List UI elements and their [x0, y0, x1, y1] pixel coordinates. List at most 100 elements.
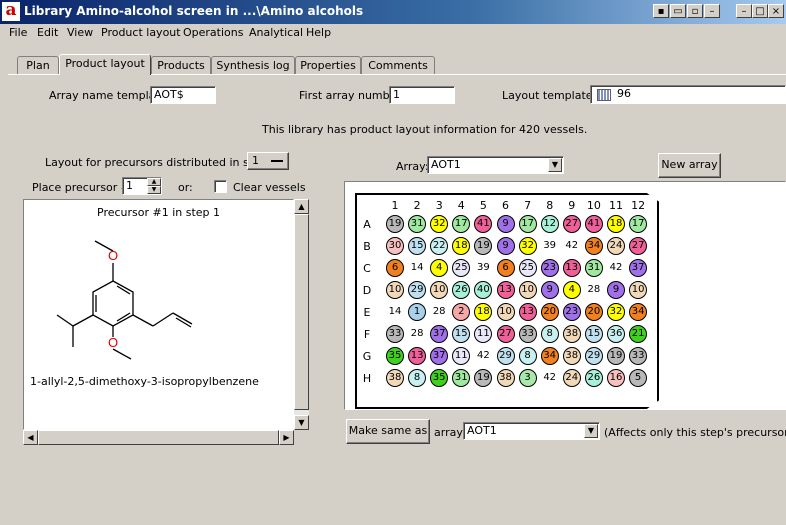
- plate-well[interactable]: 42: [562, 237, 581, 255]
- plate-well[interactable]: 13: [518, 303, 537, 321]
- plate-well[interactable]: 12: [540, 215, 559, 233]
- plate-well[interactable]: 36: [607, 325, 625, 343]
- plate-well[interactable]: 19: [474, 237, 493, 255]
- plate-well[interactable]: 28: [584, 281, 603, 299]
- plate-well[interactable]: 6: [386, 259, 404, 277]
- layout-template-field[interactable]: 96: [590, 85, 786, 104]
- plate-well[interactable]: 18: [452, 237, 471, 255]
- menu-operations[interactable]: Operations: [183, 26, 243, 39]
- plate-well[interactable]: 42: [540, 369, 559, 387]
- menu-help[interactable]: Help: [306, 26, 331, 39]
- plate-well[interactable]: 15: [452, 325, 471, 343]
- plate-well[interactable]: 13: [562, 259, 581, 277]
- plate-well[interactable]: 4: [430, 259, 449, 277]
- plate-well[interactable]: 42: [607, 259, 625, 277]
- plate-well[interactable]: 20: [540, 303, 559, 321]
- plate-well[interactable]: 38: [386, 369, 404, 387]
- menu-file[interactable]: File: [9, 26, 27, 39]
- menu-analytical[interactable]: Analytical: [249, 26, 303, 39]
- plate-well[interactable]: 13: [496, 281, 515, 299]
- plate-well[interactable]: 17: [518, 215, 537, 233]
- plate-well[interactable]: 20: [584, 303, 603, 321]
- plate-well[interactable]: 40: [474, 281, 493, 299]
- tray-icon-2[interactable]: ▭: [670, 4, 686, 18]
- plate-well[interactable]: 24: [562, 369, 581, 387]
- plate-well[interactable]: 4: [562, 281, 581, 299]
- vertical-scrollbar[interactable]: ▲ ▼: [294, 199, 309, 430]
- plate-well[interactable]: 9: [607, 281, 625, 299]
- new-array-button[interactable]: New array: [658, 153, 721, 178]
- plate-well[interactable]: 1: [408, 303, 427, 321]
- scroll-right-icon[interactable]: ▶: [279, 430, 294, 445]
- plate-well[interactable]: 34: [584, 237, 603, 255]
- plate-well[interactable]: 29: [496, 347, 515, 365]
- tab-plan[interactable]: Plan: [17, 56, 59, 74]
- chevron-down-icon[interactable]: ▼: [548, 158, 562, 172]
- plate-well[interactable]: 23: [562, 303, 581, 321]
- plate-well[interactable]: 13: [408, 347, 427, 365]
- plate-well[interactable]: 19: [474, 369, 493, 387]
- plate-well[interactable]: 30: [386, 237, 404, 255]
- plate-well[interactable]: 35: [430, 369, 449, 387]
- plate-well[interactable]: 37: [629, 259, 648, 277]
- plate-well[interactable]: 32: [518, 237, 537, 255]
- plate-well[interactable]: 10: [518, 281, 537, 299]
- tab-comments[interactable]: Comments: [361, 56, 435, 74]
- plate-well[interactable]: 10: [496, 303, 515, 321]
- plate-well[interactable]: 27: [562, 215, 581, 233]
- plate-well[interactable]: 32: [607, 303, 625, 321]
- plate-well[interactable]: 3: [518, 369, 537, 387]
- clear-vessels-checkbox[interactable]: [214, 180, 227, 193]
- plate-well[interactable]: 37: [430, 347, 449, 365]
- tab-properties[interactable]: Properties: [295, 56, 361, 74]
- scroll-thumb[interactable]: [294, 214, 309, 410]
- app-logo-icon[interactable]: a: [2, 2, 20, 21]
- hscroll-thumb[interactable]: [38, 430, 279, 445]
- array-name-input[interactable]: AOT$: [150, 86, 216, 104]
- plate-well[interactable]: 8: [540, 325, 559, 343]
- plate-well[interactable]: 33: [518, 325, 537, 343]
- precursor-spinner[interactable]: 1 ▲ ▼: [122, 177, 162, 195]
- plate-well[interactable]: 32: [430, 215, 449, 233]
- plate-well[interactable]: 21: [629, 325, 648, 343]
- plate-well[interactable]: 18: [474, 303, 493, 321]
- scroll-left-icon[interactable]: ◀: [23, 430, 38, 445]
- plate-well[interactable]: 8: [408, 369, 427, 387]
- plate-well[interactable]: 38: [562, 325, 581, 343]
- plate-well[interactable]: 42: [474, 347, 493, 365]
- plate-well[interactable]: 25: [518, 259, 537, 277]
- plate-well[interactable]: 33: [386, 325, 404, 343]
- plate-well[interactable]: 24: [607, 237, 625, 255]
- plate-well[interactable]: 39: [540, 237, 559, 255]
- plate-well[interactable]: 27: [496, 325, 515, 343]
- plate-well[interactable]: 9: [496, 215, 515, 233]
- plate-well[interactable]: 10: [430, 281, 449, 299]
- tray-icon-1[interactable]: ▪: [653, 4, 669, 18]
- plate-well[interactable]: 2: [452, 303, 471, 321]
- first-array-input[interactable]: 1: [389, 86, 455, 104]
- tray-icon-3[interactable]: ▫: [687, 4, 703, 18]
- chevron-down-icon[interactable]: ▼: [584, 424, 598, 438]
- plate-well[interactable]: 26: [584, 369, 603, 387]
- plate-well[interactable]: 17: [629, 215, 648, 233]
- plate-well[interactable]: 29: [408, 281, 427, 299]
- plate-well[interactable]: 25: [452, 259, 471, 277]
- plate-well[interactable]: 15: [584, 325, 603, 343]
- array-select[interactable]: AOT1 ▼: [427, 156, 564, 174]
- plate-well[interactable]: 9: [496, 237, 515, 255]
- plate-well[interactable]: 33: [629, 347, 648, 365]
- menu-edit[interactable]: Edit: [37, 26, 58, 39]
- plate-well[interactable]: 37: [430, 325, 449, 343]
- plate-well[interactable]: 34: [629, 303, 648, 321]
- plate-well[interactable]: 27: [629, 237, 648, 255]
- maximize-button[interactable]: □: [752, 4, 768, 18]
- minimize-button[interactable]: –: [736, 4, 752, 18]
- tab-product-layout[interactable]: Product layout: [59, 54, 151, 75]
- menu-product-layout[interactable]: Product layout: [101, 26, 181, 39]
- plate-well[interactable]: 14: [386, 303, 404, 321]
- plate-well[interactable]: 31: [584, 259, 603, 277]
- plate-well[interactable]: 11: [452, 347, 471, 365]
- plate-well[interactable]: 19: [607, 347, 625, 365]
- close-button[interactable]: ×: [768, 4, 784, 18]
- plate-well[interactable]: 5: [629, 369, 648, 387]
